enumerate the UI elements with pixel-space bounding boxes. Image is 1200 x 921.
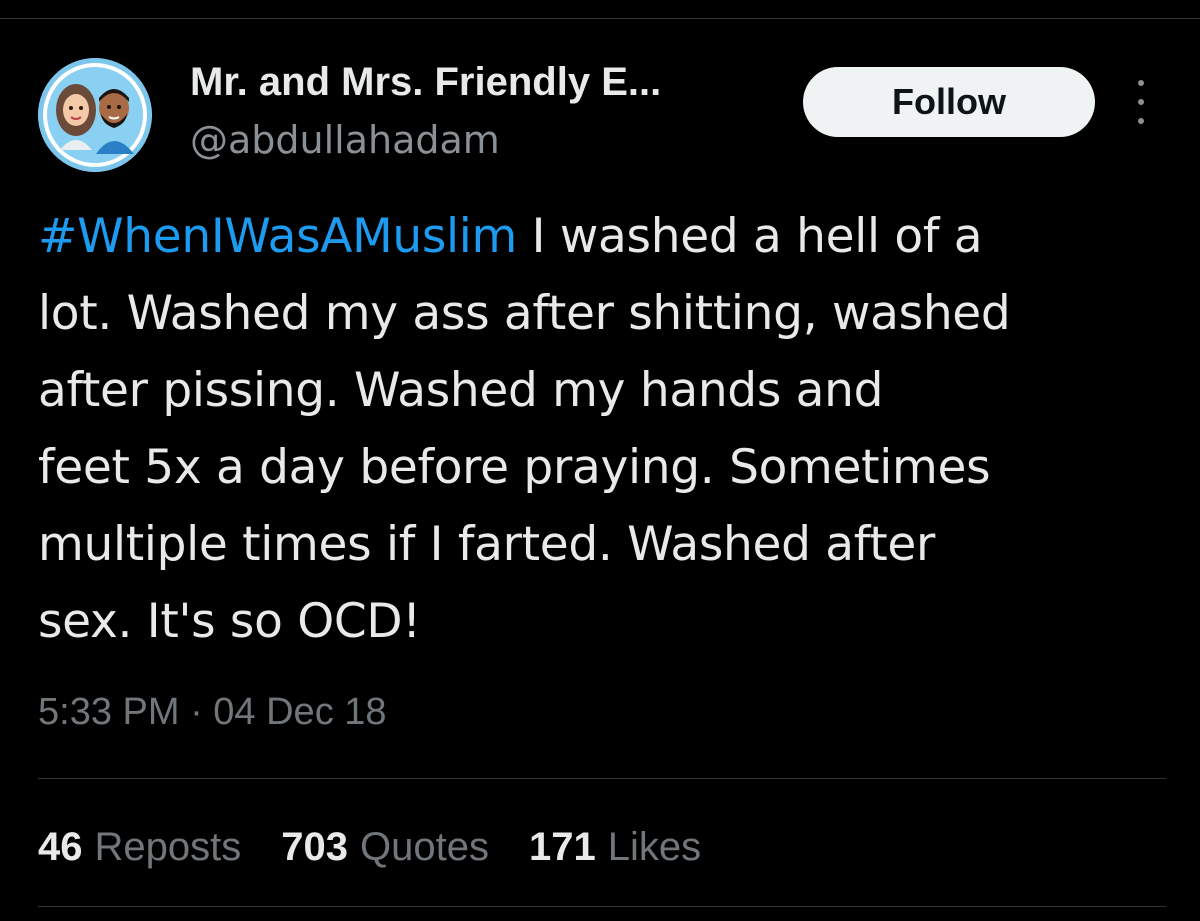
couple-cartoon-avatar-icon	[38, 58, 152, 172]
tweet-timestamp[interactable]: 5:33 PM · 04 Dec 18	[38, 688, 387, 736]
likes-label: Likes	[607, 825, 702, 869]
tweet-line: feet 5x a day before praying. Sometimes	[38, 440, 991, 495]
divider	[38, 906, 1166, 907]
tweet-text: #WhenIWasAMuslim I washed a hell of a lo…	[38, 198, 1178, 660]
follow-button[interactable]: Follow	[803, 67, 1095, 137]
likes-count: 171	[528, 825, 596, 869]
tweet-line: lot. Washed my ass after shitting, washe…	[38, 286, 1011, 341]
dot	[1138, 99, 1144, 105]
likes-stat[interactable]: 171 Likes	[529, 822, 701, 872]
quotes-label: Quotes	[360, 825, 489, 869]
divider	[38, 778, 1166, 779]
tweet-line: after pissing. Washed my hands and	[38, 363, 884, 418]
reposts-stat[interactable]: 46 Reposts	[38, 822, 241, 872]
quotes-stat[interactable]: 703 Quotes	[281, 822, 489, 872]
author-display-name[interactable]: Mr. and Mrs. Friendly E...	[190, 58, 661, 106]
dot	[1138, 80, 1144, 86]
quotes-count: 703	[281, 825, 348, 869]
author-handle[interactable]: @abdullahadam	[190, 116, 500, 164]
dot	[1138, 118, 1144, 124]
tweet-card: Mr. and Mrs. Friendly E... @abdullahadam…	[0, 0, 1200, 921]
avatar[interactable]	[38, 58, 152, 172]
tweet-line: #WhenIWasAMuslim I washed a hell of a	[38, 198, 1178, 275]
tweet-line-text: I washed a hell of a	[517, 209, 983, 264]
hashtag-link[interactable]: #WhenIWasAMuslim	[38, 209, 517, 264]
reposts-count: 46	[38, 825, 83, 869]
tweet-line: sex. It's so OCD!	[38, 594, 421, 649]
vertical-ellipsis-icon[interactable]	[1126, 80, 1156, 124]
reposts-label: Reposts	[94, 825, 242, 869]
tweet-line: multiple times if I farted. Washed after	[38, 517, 935, 572]
engagement-stats: 46 Reposts 703 Quotes 171 Likes	[38, 822, 741, 872]
